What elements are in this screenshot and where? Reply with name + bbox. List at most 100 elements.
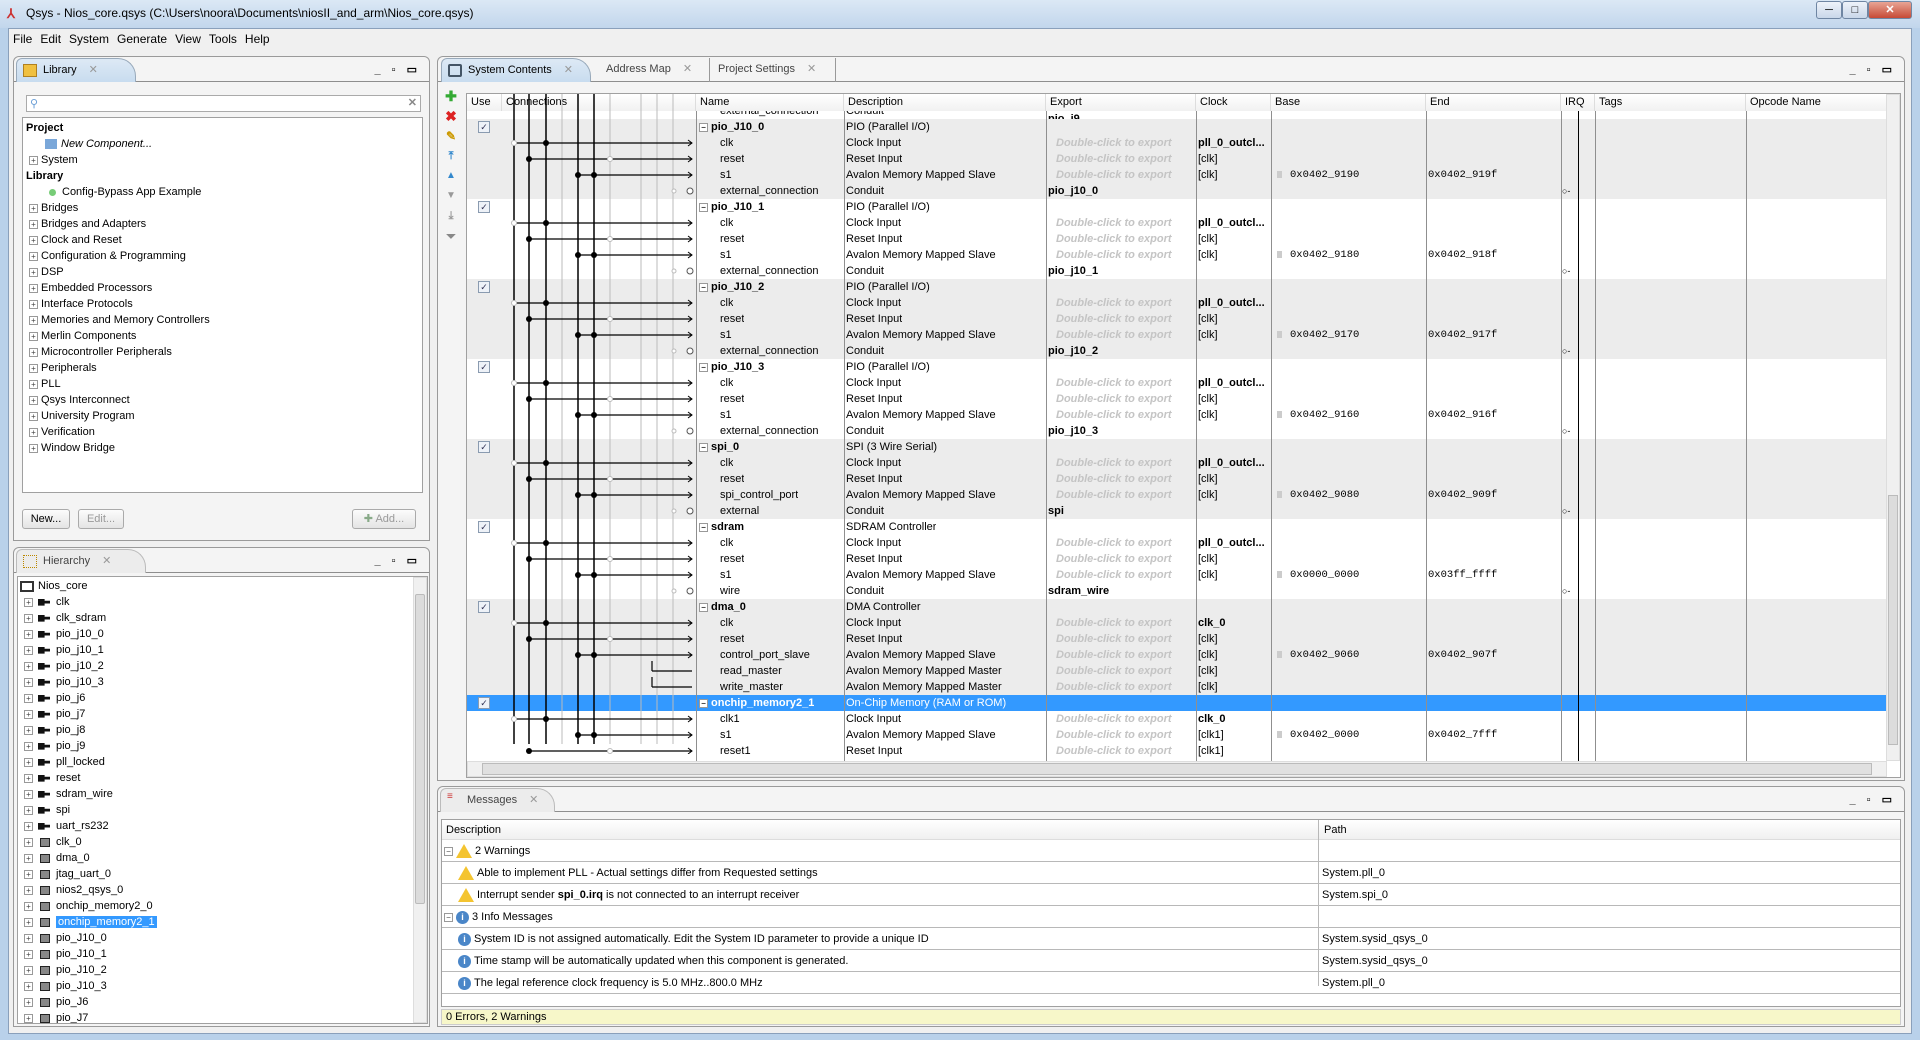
edit-component-icon[interactable]: ✎ <box>444 129 458 143</box>
expand-icon[interactable]: + <box>29 411 38 421</box>
expand-icon[interactable]: + <box>24 837 33 847</box>
scroll-thumb[interactable] <box>482 763 1872 775</box>
hierarchy-item[interactable]: + pio_J10_1 <box>24 946 107 962</box>
library-item[interactable]: + PLL <box>29 376 61 392</box>
library-item[interactable]: + Clock and Reset <box>29 232 122 248</box>
menu-system[interactable]: System <box>69 32 109 46</box>
hierarchy-item[interactable]: + pio_J7 <box>24 1010 88 1023</box>
clock-value[interactable]: pll_0_outcl... <box>1198 535 1265 551</box>
table-vertical-scrollbar[interactable] <box>1886 94 1900 761</box>
clock-value[interactable]: [clk] <box>1198 631 1218 647</box>
hierarchy-item[interactable]: + pll_locked <box>24 754 105 770</box>
library-item[interactable]: + Embedded Processors <box>29 280 152 296</box>
hierarchy-scrollbar[interactable] <box>413 577 427 1023</box>
tree-item-new-component[interactable]: New Component... <box>45 136 152 152</box>
library-item[interactable]: + Memories and Memory Controllers <box>29 312 210 328</box>
message-row[interactable]: i Time stamp will be automatically update… <box>442 950 1900 972</box>
expand-icon[interactable]: + <box>24 901 33 911</box>
library-item[interactable]: + DSP <box>29 264 64 280</box>
library-item[interactable]: + Bridges <box>29 200 78 216</box>
component-name[interactable]: − pio_J10_0 <box>699 119 764 135</box>
base-address[interactable]: 0x0402_9160 <box>1290 407 1359 423</box>
export-placeholder[interactable]: Double-click to export <box>1056 551 1172 567</box>
export-placeholder[interactable]: Double-click to export <box>1056 247 1172 263</box>
component-name[interactable]: − sdram <box>699 519 744 535</box>
export-name[interactable]: sdram_wire <box>1048 583 1109 599</box>
column-header-opcode-name[interactable]: Opcode Name <box>1746 94 1887 111</box>
export-placeholder[interactable]: Double-click to export <box>1056 295 1172 311</box>
message-row[interactable]: Able to implement PLL - Actual settings … <box>442 862 1900 884</box>
use-checkbox[interactable]: ✓ <box>478 361 490 373</box>
collapse-icon[interactable]: − <box>699 202 708 212</box>
hierarchy-item[interactable]: + clk_0 <box>24 834 82 850</box>
collapse-icon[interactable]: − <box>699 602 708 612</box>
remove-component-icon[interactable]: ✖ <box>444 109 458 123</box>
library-item[interactable]: + University Program <box>29 408 135 424</box>
hierarchy-item[interactable]: + clk <box>24 594 69 610</box>
library-item[interactable]: + Bridges and Adapters <box>29 216 146 232</box>
expand-icon[interactable]: + <box>29 379 38 389</box>
collapse-icon[interactable]: − <box>699 522 708 532</box>
use-checkbox[interactable]: ✓ <box>478 441 490 453</box>
maximize-button[interactable]: □ <box>1842 1 1868 19</box>
export-placeholder[interactable]: Double-click to export <box>1056 407 1172 423</box>
export-placeholder[interactable]: Double-click to export <box>1056 711 1172 727</box>
component-name[interactable]: − pio_J10_1 <box>699 199 764 215</box>
column-description[interactable]: Description <box>446 824 501 836</box>
export-placeholder[interactable]: Double-click to export <box>1056 727 1172 743</box>
expand-icon[interactable]: + <box>24 645 33 655</box>
column-header-tags[interactable]: Tags <box>1595 94 1746 111</box>
expand-icon[interactable]: + <box>29 427 38 437</box>
expand-icon[interactable]: + <box>29 267 38 277</box>
hierarchy-item[interactable]: + pio_j8 <box>24 722 85 738</box>
clock-value[interactable]: pll_0_outcl... <box>1198 215 1265 231</box>
clock-value[interactable]: [clk] <box>1198 231 1218 247</box>
clock-value[interactable]: [clk] <box>1198 679 1218 695</box>
expand-icon[interactable]: + <box>29 251 38 261</box>
clock-value[interactable]: [clk] <box>1198 391 1218 407</box>
base-address[interactable]: 0x0402_9190 <box>1290 167 1359 183</box>
expand-icon[interactable]: + <box>24 821 33 831</box>
column-header-name[interactable]: Name <box>696 94 844 111</box>
hierarchy-item[interactable]: + pio_J6 <box>24 994 88 1010</box>
expand-icon[interactable]: + <box>24 885 33 895</box>
connections-diagram[interactable] <box>502 94 696 754</box>
hierarchy-item[interactable]: + pio_j10_2 <box>24 658 104 674</box>
lock-icon[interactable] <box>1277 251 1282 258</box>
expand-icon[interactable]: + <box>29 347 38 357</box>
collapse-icon[interactable]: − <box>699 362 708 372</box>
expand-icon[interactable]: + <box>29 315 38 325</box>
base-address[interactable]: 0x0402_9180 <box>1290 247 1359 263</box>
column-header-base[interactable]: Base <box>1271 94 1426 111</box>
clock-value[interactable]: [clk] <box>1198 551 1218 567</box>
component-name[interactable]: − pio_J10_3 <box>699 359 764 375</box>
hierarchy-item[interactable]: + pio_j6 <box>24 690 85 706</box>
collapse-icon[interactable]: − <box>444 912 453 922</box>
export-placeholder[interactable]: Double-click to export <box>1056 311 1172 327</box>
library-item[interactable]: + Interface Protocols <box>29 296 133 312</box>
expand-icon[interactable]: + <box>24 677 33 687</box>
lock-icon[interactable] <box>1277 331 1282 338</box>
export-placeholder[interactable]: Double-click to export <box>1056 151 1172 167</box>
column-header-clock[interactable]: Clock <box>1196 94 1271 111</box>
export-placeholder[interactable]: Double-click to export <box>1056 471 1172 487</box>
hierarchy-item[interactable]: + uart_rs232 <box>24 818 109 834</box>
column-header-end[interactable]: End <box>1426 94 1561 111</box>
menu-generate[interactable]: Generate <box>117 32 167 46</box>
export-placeholder[interactable]: Double-click to export <box>1056 647 1172 663</box>
use-checkbox[interactable]: ✓ <box>478 281 490 293</box>
base-address[interactable]: 0x0402_9170 <box>1290 327 1359 343</box>
clock-value[interactable]: [clk] <box>1198 167 1218 183</box>
expand-icon[interactable]: + <box>29 235 38 245</box>
expand-icon[interactable]: + <box>24 949 33 959</box>
clock-value[interactable]: clk_0 <box>1198 711 1226 727</box>
export-placeholder[interactable]: Double-click to export <box>1056 455 1172 471</box>
export-placeholder[interactable]: Double-click to export <box>1056 615 1172 631</box>
hierarchy-item[interactable]: + jtag_uart_0 <box>24 866 111 882</box>
expand-icon[interactable]: + <box>24 869 33 879</box>
window-controls[interactable]: _ ▫ ▭ <box>1849 793 1896 806</box>
window-controls[interactable]: _ ▫ ▭ <box>1849 63 1896 76</box>
expand-icon[interactable]: + <box>29 219 38 229</box>
collapse-icon[interactable]: − <box>699 122 708 132</box>
message-row[interactable]: i The legal reference clock frequency is … <box>442 972 1900 994</box>
